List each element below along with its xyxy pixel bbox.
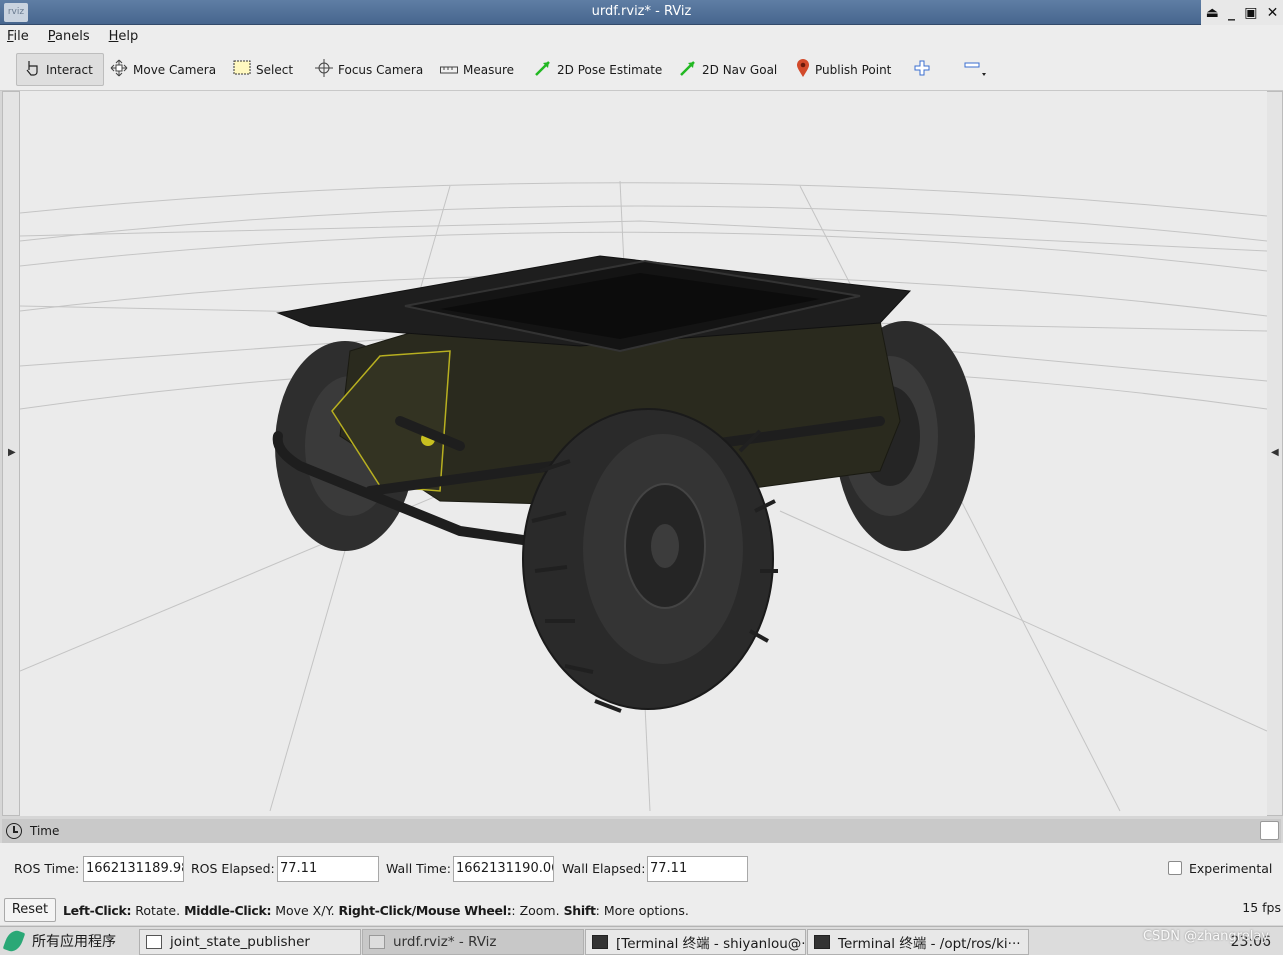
taskbar: 所有应用程序 joint_state_publisher urdf.rviz* …: [0, 926, 1283, 955]
render-viewport[interactable]: [20, 91, 1267, 816]
minimize-icon[interactable]: _: [1228, 5, 1235, 21]
experimental-label: Experimental: [1189, 861, 1272, 876]
menu-help[interactable]: Help: [108, 29, 140, 44]
remove-tool-button[interactable]: [958, 53, 994, 86]
terminal-icon: [592, 935, 608, 949]
pose-estimate-tool-button[interactable]: 2D Pose Estimate: [528, 53, 668, 86]
crosshair-icon: [315, 59, 333, 80]
expand-left-icon: ◀: [1271, 447, 1279, 458]
mouse-hint-text: Left-Click: Rotate. Middle-Click: Move X…: [63, 903, 689, 918]
map-pin-icon: [796, 58, 810, 81]
left-dock-collapse[interactable]: ▶: [2, 91, 20, 816]
close-icon[interactable]: ✕: [1267, 5, 1279, 21]
time-panel-header: Time: [2, 819, 1281, 843]
measure-tool-button[interactable]: Measure: [434, 53, 520, 86]
move-arrows-icon: [110, 59, 128, 80]
wall-elapsed-field[interactable]: 77.11: [647, 856, 748, 882]
scene-render: [20, 91, 1267, 816]
experimental-checkbox[interactable]: [1168, 861, 1182, 875]
select-rect-icon: [233, 60, 251, 79]
nav-goal-tool-button[interactable]: 2D Nav Goal: [673, 53, 783, 86]
interact-tool-button[interactable]: Interact: [16, 53, 104, 86]
green-arrow-icon: [534, 59, 552, 80]
time-panel-title: Time: [30, 824, 59, 838]
maximize-icon[interactable]: ▣: [1244, 5, 1257, 21]
ruler-icon: [440, 63, 458, 77]
task-rviz[interactable]: urdf.rviz* - RViz: [362, 929, 584, 955]
menu-panels[interactable]: Panels: [47, 29, 91, 44]
task-terminal-shiyanlou[interactable]: [Terminal 终端 - shiyanlou@···: [585, 929, 806, 955]
ros-time-label: ROS Time:: [14, 861, 79, 876]
right-dock-collapse[interactable]: ◀: [1265, 91, 1283, 816]
add-tool-button[interactable]: [908, 53, 936, 86]
reset-button[interactable]: Reset: [4, 898, 56, 922]
move-camera-tool-button[interactable]: Move Camera: [104, 53, 222, 86]
ros-time-field[interactable]: 1662131189.98: [83, 856, 184, 882]
shade-icon[interactable]: ⏏: [1206, 5, 1219, 21]
terminal-icon: [814, 935, 830, 949]
focus-camera-tool-button[interactable]: Focus Camera: [309, 53, 429, 86]
wall-time-field[interactable]: 1662131190.06: [453, 856, 554, 882]
green-arrow-icon: [679, 59, 697, 80]
task-joint-state-publisher[interactable]: joint_state_publisher: [139, 929, 361, 955]
window-icon: [146, 935, 162, 949]
status-bar: Reset Left-Click: Rotate. Middle-Click: …: [0, 895, 1283, 925]
start-menu-button[interactable]: 所有应用程序: [6, 930, 116, 952]
window-title: urdf.rviz* - RViz: [0, 4, 1283, 19]
expand-right-icon: ▶: [8, 447, 16, 458]
watermark: CSDN @zhangrelay: [1143, 929, 1269, 944]
tool-bar: Interact Move Camera Select Focus Camera…: [0, 47, 1283, 91]
minus-icon: [964, 57, 988, 82]
leaf-logo-icon: [3, 928, 26, 954]
rviz-icon: [369, 935, 385, 949]
wall-elapsed-label: Wall Elapsed:: [562, 861, 645, 876]
menu-file[interactable]: File: [6, 29, 30, 44]
plus-icon: [914, 60, 930, 79]
ros-elapsed-field[interactable]: 77.11: [277, 856, 379, 882]
fps-counter: 15 fps: [1242, 900, 1281, 915]
undock-button[interactable]: [1260, 821, 1279, 840]
publish-point-tool-button[interactable]: Publish Point: [790, 53, 897, 86]
time-panel: ROS Time: 1662131189.98 ROS Elapsed: 77.…: [0, 843, 1283, 895]
task-terminal-opt-ros[interactable]: Terminal 终端 - /opt/ros/ki···: [807, 929, 1029, 955]
window-controls: ⏏ _ ▣ ✕: [1201, 0, 1283, 25]
select-tool-button[interactable]: Select: [227, 53, 299, 86]
menu-bar: File Panels Help: [0, 25, 1283, 47]
clock-icon: [6, 823, 22, 839]
ros-elapsed-label: ROS Elapsed:: [191, 861, 275, 876]
hand-pointer-icon: [23, 59, 41, 80]
title-bar: rviz urdf.rviz* - RViz ⏏ _ ▣ ✕: [0, 0, 1283, 25]
wall-time-label: Wall Time:: [386, 861, 451, 876]
